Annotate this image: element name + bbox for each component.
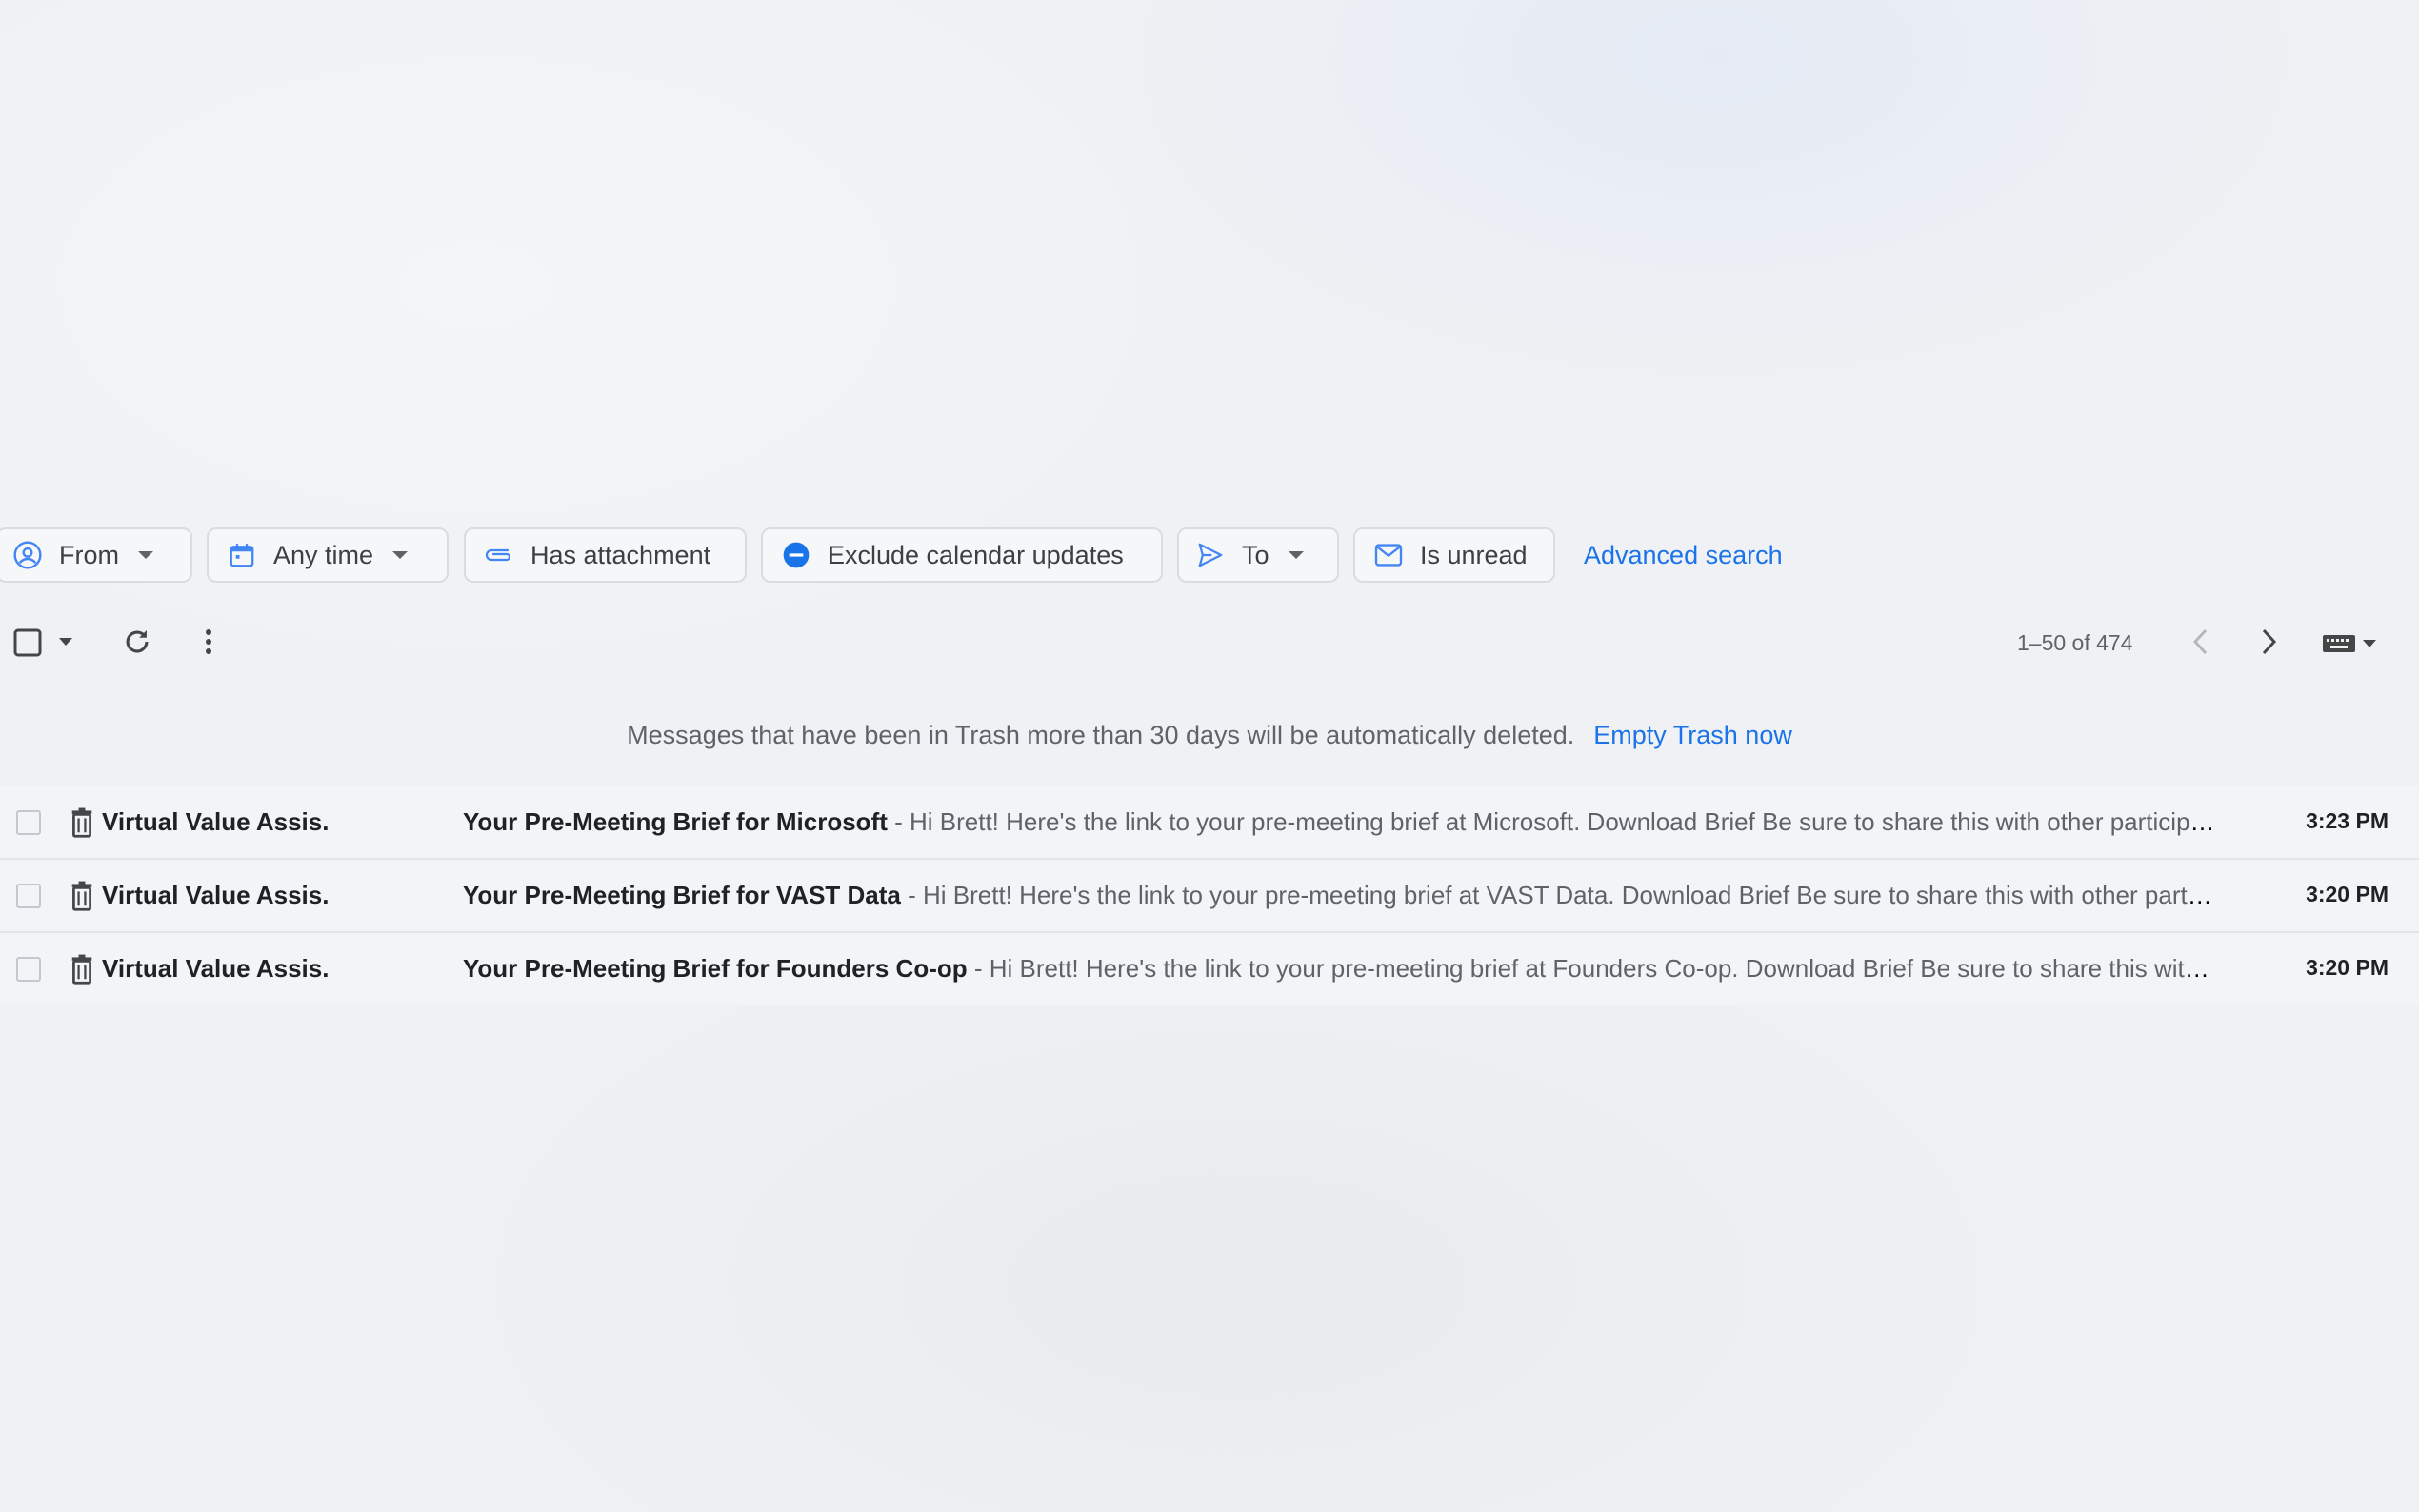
email-content: Your Pre-Meeting Brief for VAST Data - H…	[463, 881, 2215, 910]
email-time: 3:20 PM	[2306, 955, 2389, 980]
email-subject: Your Pre-Meeting Brief for Microsoft	[463, 807, 888, 836]
refresh-button[interactable]	[118, 625, 156, 663]
email-subject: Your Pre-Meeting Brief for Founders Co-o…	[463, 954, 968, 983]
chevron-down-icon	[136, 546, 155, 565]
from-filter-chip[interactable]: From	[0, 527, 192, 583]
chevron-down-icon	[1287, 546, 1306, 565]
older-page-button[interactable]	[2254, 627, 2285, 661]
email-sender: Virtual Value Assis.	[102, 881, 330, 909]
email-time: 3:23 PM	[2306, 808, 2389, 833]
pagination-range: 1–50 of 474	[2017, 630, 2133, 655]
chevron-right-icon	[2261, 628, 2278, 660]
email-content: Your Pre-Meeting Brief for Founders Co-o…	[463, 954, 2215, 984]
chevron-down-icon	[58, 634, 73, 651]
chevron-down-icon	[390, 546, 410, 565]
email-row-checkbox[interactable]	[16, 810, 41, 835]
email-subject: Your Pre-Meeting Brief for VAST Data	[463, 881, 901, 909]
is-unread-filter-label: Is unread	[1420, 540, 1528, 569]
trash-icon	[69, 954, 97, 985]
account-circle-icon	[11, 539, 44, 571]
select-all-checkbox[interactable]	[13, 628, 42, 657]
from-filter-label: From	[59, 540, 119, 569]
trash-icon	[69, 807, 97, 838]
is-unread-filter-chip[interactable]: Is unread	[1353, 527, 1555, 583]
email-row[interactable]: Virtual Value Assis. Your Pre-Meeting Br…	[0, 786, 2419, 860]
has-attachment-filter-label: Has attachment	[530, 540, 711, 569]
email-snippet: - Hi Brett! Here's the link to your pre-…	[900, 881, 2215, 909]
paperclip-icon	[483, 539, 515, 571]
calendar-icon	[226, 539, 258, 571]
keyboard-icon	[2322, 632, 2356, 658]
trash-retention-message: Messages that have been in Trash more th…	[627, 721, 1575, 749]
email-content: Your Pre-Meeting Brief for Microsoft - H…	[463, 807, 2215, 837]
more-options-button[interactable]	[196, 625, 221, 663]
background	[0, 0, 2419, 1512]
more-vertical-icon	[205, 628, 212, 660]
newer-page-button[interactable]	[2185, 627, 2215, 661]
to-filter-label: To	[1242, 540, 1269, 569]
email-time: 3:20 PM	[2306, 882, 2389, 906]
exclude-calendar-updates-chip[interactable]: Exclude calendar updates	[761, 527, 1163, 583]
to-filter-chip[interactable]: To	[1177, 527, 1339, 583]
exclude-calendar-updates-label: Exclude calendar updates	[828, 540, 1124, 569]
advanced-search-link[interactable]: Advanced search	[1584, 541, 1783, 570]
chevron-down-icon	[2362, 636, 2377, 653]
envelope-icon	[1372, 539, 1405, 571]
chevron-left-icon	[2191, 628, 2209, 660]
list-toolbar: 1–50 of 474	[0, 609, 2419, 676]
empty-trash-link[interactable]: Empty Trash now	[1593, 721, 1792, 749]
any-time-filter-label: Any time	[273, 540, 374, 569]
email-sender: Virtual Value Assis.	[102, 807, 330, 836]
refresh-icon	[121, 626, 153, 663]
any-time-filter-chip[interactable]: Any time	[207, 527, 449, 583]
email-snippet: - Hi Brett! Here's the link to your pre-…	[887, 807, 2215, 836]
send-icon	[1194, 539, 1227, 571]
email-row[interactable]: Virtual Value Assis. Your Pre-Meeting Br…	[0, 933, 2419, 1005]
trash-retention-notice: Messages that have been in Trash more th…	[0, 721, 2419, 750]
select-options-dropdown[interactable]	[55, 634, 76, 651]
email-row-checkbox[interactable]	[16, 957, 41, 982]
minus-circle-icon	[780, 539, 812, 571]
email-sender: Virtual Value Assis.	[102, 954, 330, 983]
email-row[interactable]: Virtual Value Assis. Your Pre-Meeting Br…	[0, 860, 2419, 933]
email-snippet: - Hi Brett! Here's the link to your pre-…	[973, 954, 2215, 983]
has-attachment-filter-chip[interactable]: Has attachment	[464, 527, 747, 583]
input-tools-button[interactable]	[2316, 630, 2383, 659]
email-list: Virtual Value Assis. Your Pre-Meeting Br…	[0, 786, 2419, 1005]
trash-icon	[69, 881, 97, 911]
email-row-checkbox[interactable]	[16, 884, 41, 908]
